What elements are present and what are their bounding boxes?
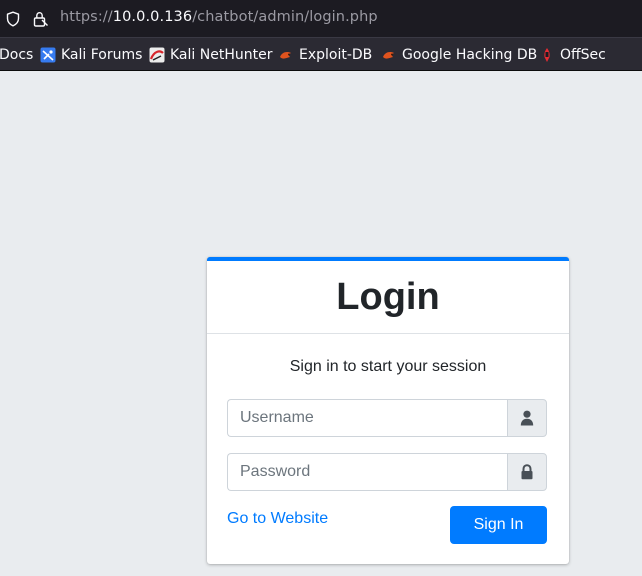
bookmark-label: Kali Forums — [61, 47, 143, 63]
url-host: 10.0.0.136 — [112, 9, 193, 25]
lock-icon — [521, 464, 533, 480]
kali-forums-icon — [40, 47, 56, 63]
password-input[interactable] — [227, 453, 507, 491]
url-path: /chatbot/admin/login.php — [192, 9, 378, 25]
bookmarks-bar: Docs Kali Forums Kali NetHunter Exploit-… — [0, 38, 642, 71]
password-addon — [507, 453, 547, 491]
user-icon — [520, 410, 534, 426]
exploit-db-icon — [383, 52, 394, 59]
kali-nethunter-icon — [149, 47, 165, 63]
bookmark-label: Exploit-DB — [299, 47, 373, 63]
login-box-message: Sign in to start your session — [289, 358, 487, 375]
page-title: Login — [336, 275, 440, 318]
url-bar: https://10.0.0.136/chatbot/admin/login.p… — [0, 0, 642, 38]
bookmark-kali-nethunter[interactable]: Kali NetHunter — [149, 46, 272, 64]
tracking-protection-shield-icon[interactable] — [5, 11, 21, 27]
username-addon — [507, 399, 547, 437]
bookmark-label: OffSec — [560, 47, 606, 63]
bookmark-google-hacking-db[interactable]: Google Hacking DB — [381, 46, 537, 64]
bookmark-docs[interactable]: Docs — [0, 46, 33, 64]
sign-in-button[interactable]: Sign In — [450, 506, 547, 544]
card-header: Login — [207, 261, 569, 334]
login-card: Login Sign in to start your session Go t… — [207, 257, 569, 564]
bookmark-label: Docs — [0, 47, 34, 63]
bookmark-label: Kali NetHunter — [170, 47, 273, 63]
username-input[interactable] — [227, 399, 507, 437]
exploit-db-icon — [280, 52, 291, 59]
bookmark-label: Google Hacking DB — [402, 47, 538, 63]
offsec-icon — [544, 48, 550, 62]
url-scheme: https:// — [60, 9, 113, 25]
address-field[interactable]: https://10.0.0.136/chatbot/admin/login.p… — [60, 9, 378, 25]
go-to-website-link[interactable]: Go to Website — [227, 510, 328, 528]
bookmark-exploit-db[interactable]: Exploit-DB — [278, 46, 372, 64]
bookmark-kali-forums[interactable]: Kali Forums — [40, 46, 142, 64]
password-group — [227, 453, 547, 491]
site-lock-icon[interactable] — [31, 10, 49, 28]
bookmark-offsec[interactable]: OffSec — [539, 46, 606, 64]
username-group — [227, 399, 547, 437]
